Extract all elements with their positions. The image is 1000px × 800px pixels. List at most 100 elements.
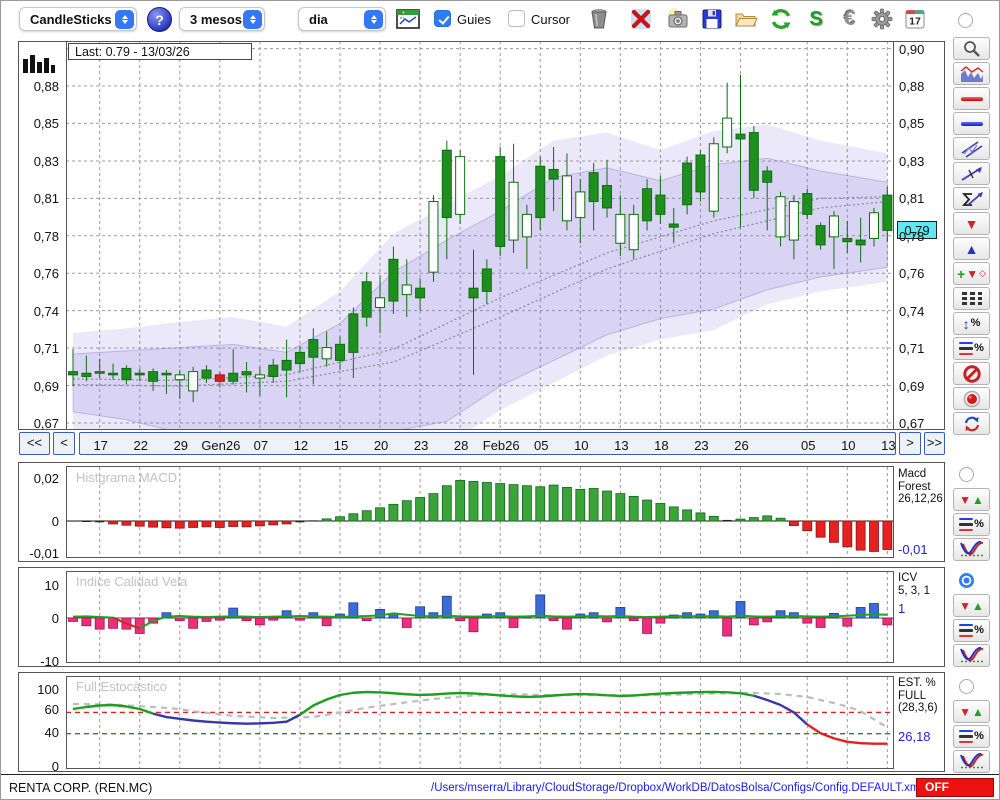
icv-params: ICV 5, 3, 1 (898, 572, 930, 597)
dashed-levels-tool-button[interactable] (953, 287, 990, 310)
icv-panel-radio[interactable] (959, 573, 974, 588)
axis-label: 0,71 (899, 341, 925, 357)
stoch-curve-button[interactable] (953, 750, 990, 773)
axis-label: 0,67 (33, 416, 59, 431)
trash-button[interactable] (586, 6, 612, 32)
undo-button[interactable]: S (803, 6, 829, 32)
sum-trend-tool-button[interactable] (953, 187, 990, 210)
percent-icon: % (974, 730, 984, 742)
camera-icon (668, 8, 688, 28)
refresh-button[interactable] (768, 6, 794, 32)
calendar-button[interactable]: 17 (902, 6, 928, 32)
blue-hline-tool-button[interactable] (953, 112, 990, 135)
stoch-percent-button[interactable]: % (953, 725, 990, 748)
stoch-title: Full Estocàstico (76, 679, 168, 694)
channel-icon (961, 140, 982, 158)
icv-title: Indice Calidad Vela (76, 574, 188, 589)
stoch-value: 26,18 (898, 729, 931, 744)
indicator-chart-button[interactable] (953, 62, 990, 85)
green-up-arrow-icon: ▲ (972, 704, 984, 719)
stoch-params: EST. % FULL (28,3,6) (898, 677, 938, 714)
macd-percent-button[interactable]: % (953, 513, 990, 536)
axis-label: 60 (44, 702, 59, 717)
x-axis-tick-strip[interactable]: 17 22 29 Gen26 07 12 15 20 23 28 Feb26 05 10 13 18 23 26… (79, 432, 896, 455)
cursor-checkbox[interactable] (508, 10, 525, 27)
icv-percent-button[interactable]: % (953, 619, 990, 642)
add-signal-tool-button[interactable]: + ▼ ◇ (953, 262, 990, 285)
axis-label: 0,67 (899, 416, 925, 431)
red-down-arrow-icon: ▼ (964, 215, 979, 232)
sync-tool-button[interactable] (953, 412, 990, 435)
nav-fast-forward-button[interactable]: >> (924, 432, 945, 455)
stoch-signals-button[interactable]: ▼ ▲ (953, 700, 990, 723)
icv-curve-button[interactable] (953, 644, 990, 667)
help-button[interactable]: ? (147, 7, 172, 32)
nav-back-button[interactable]: < (53, 432, 75, 455)
period-select[interactable]: 3 mesos (179, 7, 265, 31)
green-up-arrow-icon: ▲ (972, 598, 984, 613)
record-dot-icon (963, 390, 980, 407)
currency-button[interactable]: € (837, 6, 863, 32)
chart-type-value: CandleSticks (30, 11, 112, 27)
save-button[interactable] (699, 6, 725, 32)
zoom-button[interactable] (953, 37, 990, 60)
macd-panel-radio[interactable] (959, 467, 974, 482)
axis-label: 0,74 (33, 303, 59, 319)
red-down-arrow-icon: ▼ (966, 266, 979, 281)
plus-icon: + (957, 265, 966, 282)
config-path[interactable]: /Users/mserra/Library/CloudStorage/Dropb… (431, 782, 922, 794)
interval-value: dia (309, 11, 328, 27)
settings-button[interactable] (869, 6, 895, 32)
chart-window-button[interactable] (395, 6, 421, 32)
nav-forward-button[interactable]: > (899, 432, 921, 455)
interval-select[interactable]: dia (298, 7, 386, 31)
x-tick-label: 10 (841, 438, 856, 453)
indicator-chart-icon (960, 65, 983, 82)
off-toggle-button[interactable]: OFF (916, 778, 994, 797)
x-tick-label: 23 (694, 438, 709, 453)
symbol-name: RENTA CORP. (REN.MC) (9, 781, 153, 795)
percent-icon: % (970, 317, 981, 329)
snapshot-button[interactable] (665, 6, 691, 32)
sell-arrow-tool-button[interactable]: ▼ (953, 212, 990, 235)
icv-signals-button[interactable]: ▼ ▲ (953, 594, 990, 617)
vertical-range-tool-button[interactable]: ↕ % (953, 312, 990, 335)
axis-label: 0,88 (33, 79, 59, 94)
red-down-arrow-icon: ▼ (959, 598, 971, 613)
stoch-panel-radio[interactable] (959, 679, 974, 694)
axis-label: 0,74 (899, 303, 925, 319)
buy-arrow-tool-button[interactable]: ▲ (953, 237, 990, 260)
axis-label: -10 (40, 654, 59, 669)
disable-tool-button[interactable] (953, 362, 990, 385)
guies-checkbox[interactable] (434, 10, 451, 28)
select-stepper-icon (115, 9, 134, 29)
axis-label: 0,83 (899, 153, 925, 169)
x-tick-label: 22 (133, 438, 148, 453)
open-button[interactable] (732, 6, 758, 32)
main-panel-radio[interactable] (958, 13, 973, 28)
chart-type-select[interactable]: CandleSticks (19, 7, 137, 31)
percent-lines-icon (959, 518, 974, 531)
x-tick-label: 12 (293, 438, 309, 453)
delete-button[interactable] (628, 6, 654, 32)
x-tick-label: Gen26 (201, 438, 241, 453)
histogram-style-icon[interactable] (22, 51, 58, 77)
axis-label: 0,90 (899, 41, 925, 57)
nav-fast-back-button[interactable]: << (19, 432, 50, 455)
chart-window-icon (396, 9, 420, 29)
axis-label: 0,81 (899, 191, 925, 207)
channel-tool-button[interactable] (953, 137, 990, 160)
macd-curve-button[interactable] (953, 538, 990, 561)
x-tick-label: 10 (574, 438, 589, 453)
macd-signals-button[interactable]: ▼ ▲ (953, 488, 990, 511)
red-hline-tool-button[interactable] (953, 87, 990, 110)
percent-lines-tool-button[interactable]: % (953, 337, 990, 360)
delete-x-icon (631, 9, 651, 29)
axis-label: 0,76 (899, 266, 925, 282)
record-tool-button[interactable] (953, 387, 990, 410)
x-tick-label: 07 (253, 438, 269, 453)
trendline-tool-button[interactable] (953, 162, 990, 185)
dashed-lines-icon (961, 292, 982, 305)
toolbar: CandleSticks ? 3 mesos dia Guies Cursor (1, 1, 999, 37)
help-icon: ? (155, 11, 164, 28)
